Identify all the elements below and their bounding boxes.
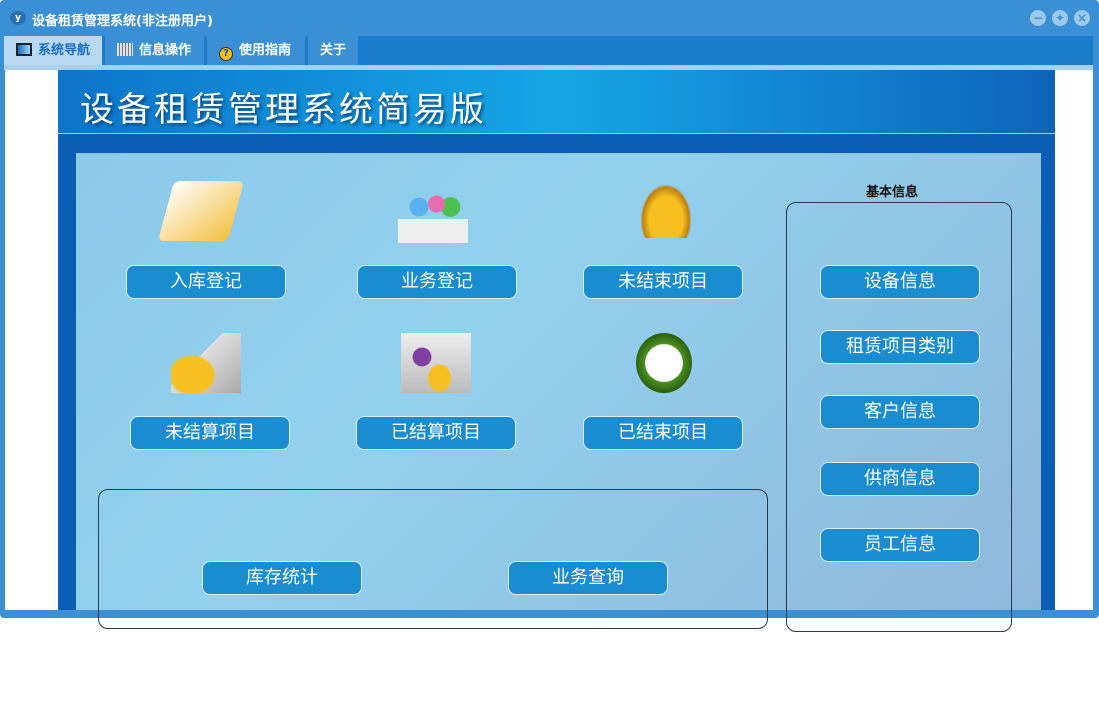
employee-info-button[interactable]: 员工信息	[820, 528, 980, 562]
title-bar: y 设备租赁管理系统(非注册用户) − ✦ ×	[0, 0, 1099, 36]
settled-projects-button[interactable]: 已结算项目	[356, 416, 516, 450]
alarm-clock-icon	[636, 333, 692, 393]
supplier-info-button[interactable]: 供商信息	[820, 462, 980, 496]
inventory-stats-button[interactable]: 库存统计	[202, 561, 362, 595]
window-title: 设备租赁管理系统(非注册用户)	[32, 14, 213, 29]
tab-info-ops[interactable]: 信息操作	[105, 36, 204, 65]
app-logo-icon: y	[10, 11, 26, 25]
grid-icon	[117, 43, 133, 56]
close-icon[interactable]: ×	[1074, 10, 1090, 26]
app-window: y 设备租赁管理系统(非注册用户) − ✦ × 系统导航 信息操作 ? 使用指南 …	[0, 0, 1099, 632]
banner-title: 设备租赁管理系统简易版	[80, 90, 487, 130]
maximize-icon[interactable]: ✦	[1052, 10, 1068, 26]
rental-category-button[interactable]: 租赁项目类别	[820, 330, 980, 364]
basic-info-title: 基本信息	[866, 185, 919, 200]
equipment-info-button[interactable]: 设备信息	[820, 265, 980, 299]
business-query-button[interactable]: 业务查询	[508, 561, 668, 595]
inbound-register-button[interactable]: 入库登记	[126, 265, 286, 299]
tab-label: 系统导航	[38, 43, 91, 58]
main-banner: 设备租赁管理系统简易版 基本信息 入库登记 业务登记 未结束项目 未结算项目 已…	[58, 70, 1055, 632]
tab-system-nav[interactable]: 系统导航	[4, 36, 102, 65]
help-icon: ?	[219, 47, 233, 61]
unfinished-projects-button[interactable]: 未结束项目	[583, 265, 743, 299]
tab-label: 关于	[320, 43, 347, 58]
coins-laptop-icon	[171, 333, 241, 393]
tab-about[interactable]: 关于	[308, 36, 358, 65]
monitor-icon	[16, 43, 32, 56]
minimize-icon[interactable]: −	[1030, 10, 1046, 26]
tab-bar: 系统导航 信息操作 ? 使用指南 关于	[4, 36, 1093, 65]
tab-label: 使用指南	[239, 43, 292, 58]
register-notebook-icon	[157, 181, 245, 241]
stats-box	[98, 489, 768, 629]
coins-icon	[636, 178, 696, 238]
people-icon	[398, 183, 468, 243]
unsettled-projects-button[interactable]: 未结算项目	[130, 416, 290, 450]
tab-label: 信息操作	[139, 43, 192, 58]
finished-projects-button[interactable]: 已结束项目	[583, 416, 743, 450]
banner-header: 设备租赁管理系统简易版	[58, 70, 1055, 134]
business-register-button[interactable]: 业务登记	[357, 265, 517, 299]
settled-icon	[401, 333, 471, 393]
tab-user-guide[interactable]: ? 使用指南	[207, 36, 305, 65]
customer-info-button[interactable]: 客户信息	[820, 395, 980, 429]
